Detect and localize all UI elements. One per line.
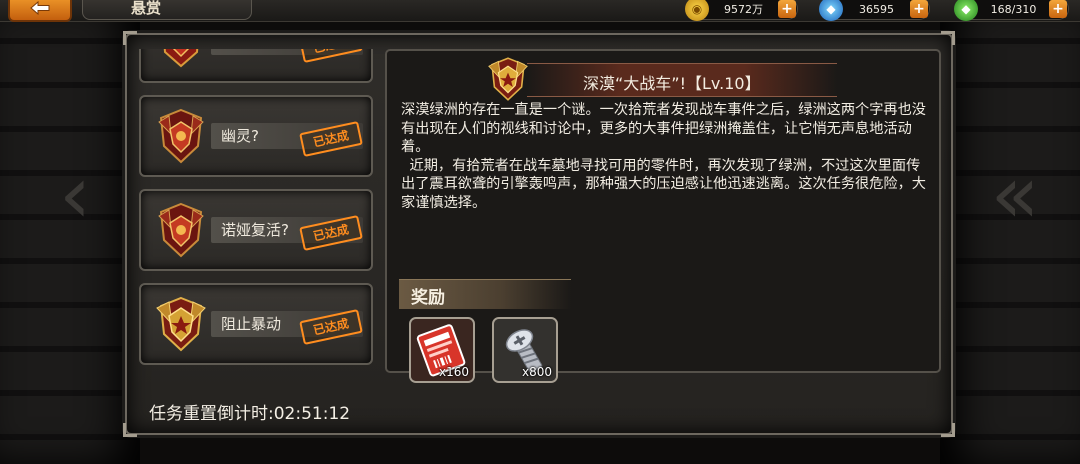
panel-corner	[123, 423, 137, 437]
gold-coin-icon: ◉	[685, 0, 709, 21]
quest-label: 幽灵?	[221, 127, 259, 145]
gold-rank-badge-icon	[484, 55, 532, 103]
quest-panel: … 已达成 幽灵? 已达成	[123, 31, 955, 437]
background-right-wall: «	[940, 0, 1080, 464]
reset-countdown-timer: 任务重置倒计时:02:51:12	[149, 404, 351, 424]
completed-stamp: 已达成	[299, 49, 363, 63]
red-rank-badge-icon	[151, 200, 211, 260]
chevron-right-icon: «	[990, 148, 1040, 241]
reward-count: x800	[521, 365, 552, 379]
panel-corner	[941, 423, 955, 437]
energy-resource: ◆ 168/310 +	[954, 0, 1069, 21]
reward-count: x160	[438, 365, 469, 379]
panel-corner	[123, 31, 137, 45]
quest-item[interactable]: 诺娅复活? 已达成	[139, 189, 373, 271]
back-arrow-icon	[30, 0, 50, 16]
gold-value: 9572万	[724, 3, 763, 16]
energy-value: 168/310	[990, 2, 1037, 16]
quest-label: 阻止暴动	[221, 315, 282, 333]
quest-description: 深漠绿洲的存在一直是一个谜。一次拾荒者发现战车事件之后，绿洲这两个字再也没有出现…	[401, 101, 933, 213]
reward-item-bolt[interactable]: x800	[492, 317, 558, 383]
gold-rank-badge-icon	[151, 294, 211, 354]
description-paragraph: 近期，有拾荒者在战车墓地寻找可用的零件时，再次发现了绿洲，不过这次里面传出了震耳…	[401, 157, 926, 211]
screen-title: 悬赏	[82, 0, 252, 20]
quest-label: 诺娅复活?	[221, 221, 289, 239]
energy-crystal-icon: ◆	[954, 0, 978, 21]
quest-list[interactable]: … 已达成 幽灵? 已达成	[139, 49, 373, 371]
chevron-left-icon: ‹	[59, 148, 91, 241]
add-gold-button[interactable]: +	[778, 0, 796, 18]
panel-corner	[941, 31, 955, 45]
add-gem-button[interactable]: +	[910, 0, 928, 18]
top-bar: 悬赏 ◉ 9572万 + ◆ 36595 + ◆ 168/310 +	[0, 0, 1080, 22]
reward-title: 奖励	[411, 288, 445, 308]
reward-item-ticket[interactable]: x160	[409, 317, 475, 383]
add-energy-button[interactable]: +	[1049, 0, 1067, 18]
back-button[interactable]	[8, 0, 72, 22]
red-rank-badge-icon	[151, 49, 211, 72]
quest-title: 深漠“大战车”!【Lv.10】	[583, 74, 761, 93]
quest-item[interactable]: 幽灵? 已达成	[139, 95, 373, 177]
red-rank-badge-icon	[151, 106, 211, 166]
quest-item[interactable]: 阻止暴动 已达成	[139, 283, 373, 365]
gem-resource: ◆ 36595 +	[819, 0, 930, 21]
gold-resource: ◉ 9572万 +	[685, 0, 798, 21]
quest-detail: 深漠“大战车”!【Lv.10】 深漠绿洲的存在一直是一个谜。一次拾荒者发现战车事…	[385, 49, 941, 383]
description-paragraph: 深漠绿洲的存在一直是一个谜。一次拾荒者发现战车事件之后，绿洲这两个字再也没有出现…	[401, 102, 926, 156]
quest-item[interactable]: … 已达成	[139, 49, 373, 83]
background-left-wall: ‹	[0, 0, 140, 464]
gem-icon: ◆	[819, 0, 843, 21]
gem-value: 36595	[859, 2, 894, 16]
